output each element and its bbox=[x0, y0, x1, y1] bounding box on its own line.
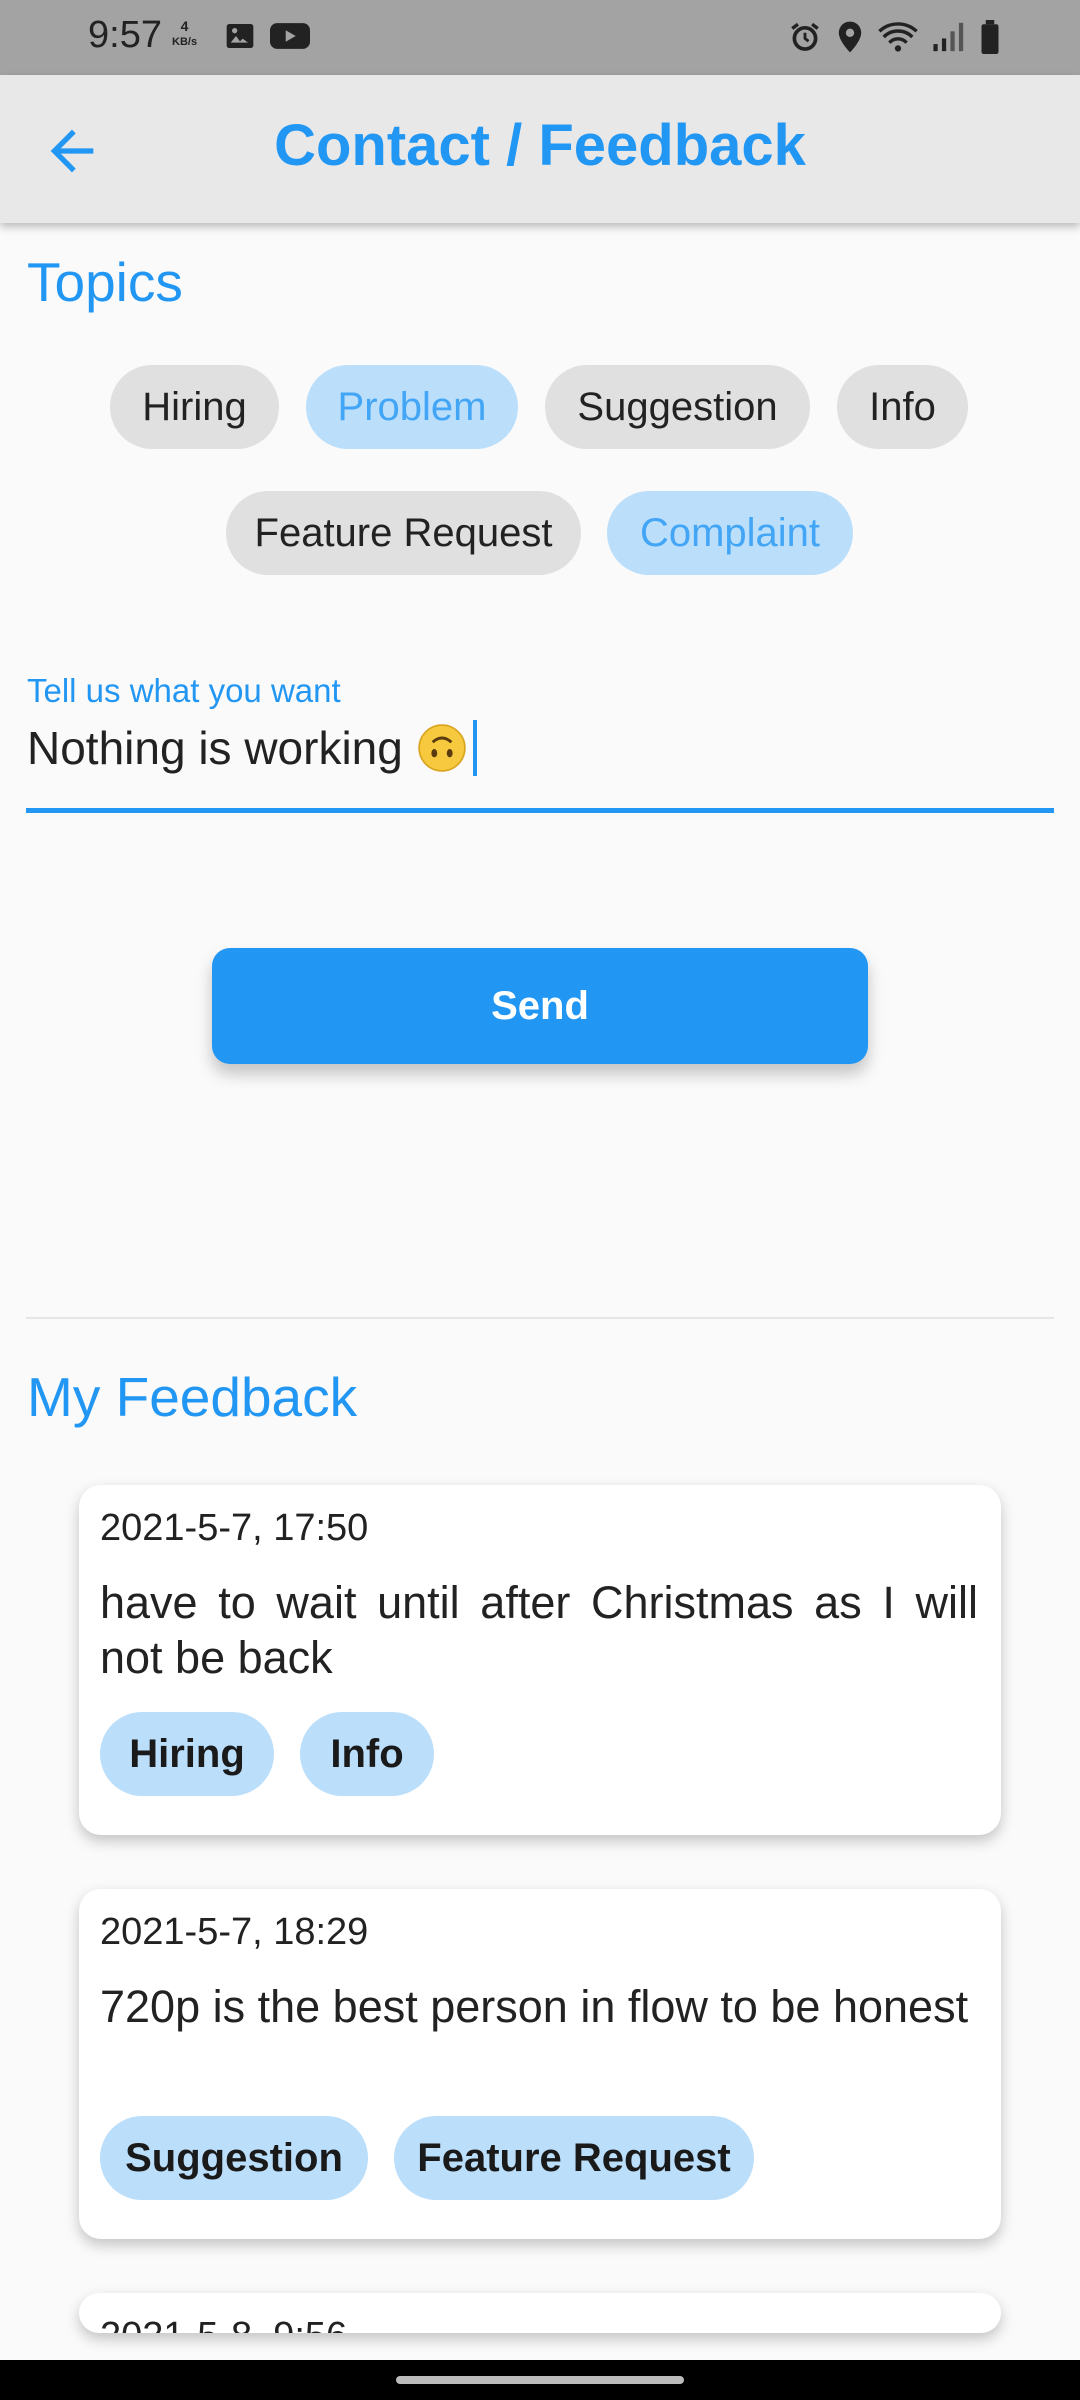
feedback-tag: Info bbox=[300, 1712, 434, 1796]
wifi-icon bbox=[878, 22, 918, 52]
feedback-field-underline bbox=[26, 808, 1054, 813]
topics-title: Topics bbox=[27, 251, 183, 313]
my-feedback-title: My Feedback bbox=[27, 1366, 358, 1428]
youtube-icon bbox=[270, 23, 311, 49]
signal-icon bbox=[933, 22, 964, 52]
app-bar: Contact / Feedback bbox=[0, 75, 1080, 223]
send-button[interactable]: Send bbox=[212, 948, 868, 1064]
text-cursor bbox=[472, 720, 477, 776]
system-nav-bar bbox=[0, 2360, 1080, 2400]
topic-chip-complaint[interactable]: Complaint bbox=[607, 491, 853, 575]
feedback-card[interactable]: 2021-5-7, 17:50 have to wait until after… bbox=[79, 1485, 1001, 1835]
alarm-icon bbox=[791, 22, 819, 51]
feedback-text: have to wait until after Christmas as I … bbox=[100, 1577, 978, 1683]
section-divider bbox=[26, 1317, 1054, 1319]
network-speed: 4 KB/s bbox=[172, 18, 197, 50]
topic-chip-problem[interactable]: Problem bbox=[306, 365, 518, 449]
upside-down-face-emoji-icon bbox=[418, 724, 466, 772]
image-icon bbox=[226, 24, 254, 48]
status-bar: 9:57 4 KB/s bbox=[0, 0, 1080, 75]
network-speed-value: 4 bbox=[180, 18, 189, 34]
feedback-tag: Feature Request bbox=[394, 2116, 754, 2200]
feedback-text: 720p is the best person in flow to be ho… bbox=[100, 1981, 969, 2032]
battery-icon bbox=[981, 20, 999, 54]
status-time: 9:57 bbox=[88, 14, 162, 56]
location-icon bbox=[838, 21, 862, 53]
feedback-input[interactable]: Nothing is working bbox=[27, 720, 477, 776]
network-speed-unit: KB/s bbox=[172, 36, 198, 48]
feedback-tag: Hiring bbox=[100, 1712, 274, 1796]
topic-chip-feature-request[interactable]: Feature Request bbox=[226, 491, 581, 575]
feedback-tag: Suggestion bbox=[100, 2116, 368, 2200]
gesture-handle[interactable] bbox=[396, 2376, 684, 2384]
feedback-date: 2021-5-8, 9:56 bbox=[100, 2315, 347, 2333]
topic-chip-info[interactable]: Info bbox=[837, 365, 968, 449]
feedback-card[interactable]: 2021-5-7, 18:29 720p is the best person … bbox=[79, 1889, 1001, 2239]
topic-chip-hiring[interactable]: Hiring bbox=[110, 365, 279, 449]
topic-chip-suggestion[interactable]: Suggestion bbox=[545, 365, 810, 449]
feedback-field-label: Tell us what you want bbox=[27, 672, 341, 709]
feedback-date: 2021-5-7, 17:50 bbox=[100, 1507, 369, 1549]
feedback-input-text: Nothing is working bbox=[27, 722, 403, 774]
feedback-card[interactable]: 2021-5-8, 9:56 bbox=[79, 2293, 1001, 2333]
feedback-date: 2021-5-7, 18:29 bbox=[100, 1911, 369, 1953]
page-title: Contact / Feedback bbox=[274, 113, 806, 178]
